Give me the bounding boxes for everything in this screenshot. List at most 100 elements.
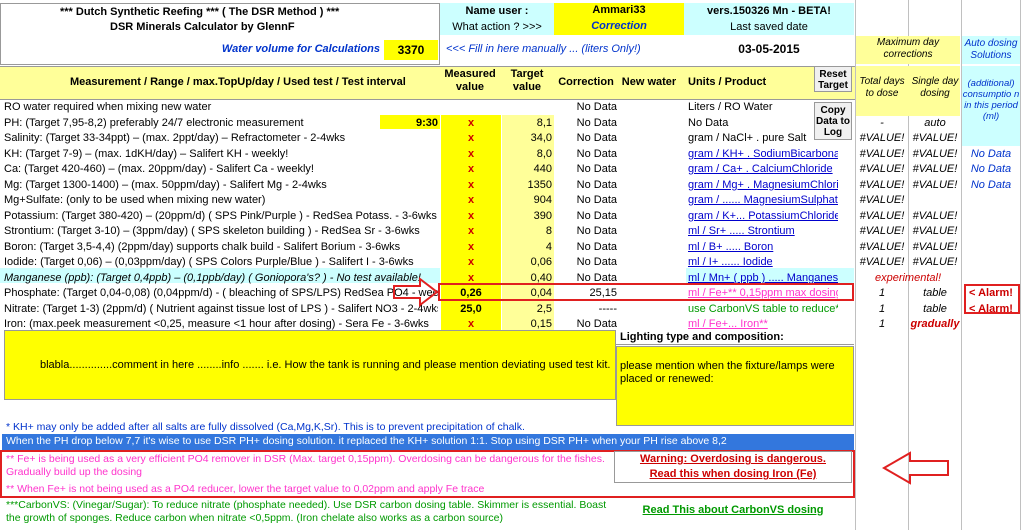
auto-dosing-value: No Data [970,163,1012,175]
water-volume-label: Water volume for Calculations [221,43,380,55]
single-day-value: #VALUE! [912,163,958,175]
correction-value: No Data [576,132,617,144]
measured-value-input[interactable]: x [441,240,501,255]
correction-value: No Data [576,194,617,206]
total-days-value: #VALUE! [859,256,905,268]
measured-value-input[interactable]: x [441,224,501,239]
name-user-input[interactable]: Ammari33 [554,3,684,19]
col-correction: Correction [558,76,614,88]
single-day-value: #VALUE! [912,132,958,144]
total-days-value: #VALUE! [859,132,905,144]
row-label: Iodide: (Target 0,06) – (0,03ppm/day) ( … [4,256,414,268]
units-product-link[interactable]: gram / Mg+ . MagnesiumChloride [688,178,838,193]
note-fe1: ** Fe+ is being used as a very efficient… [6,453,605,478]
last-saved-date: 03-05-2015 [738,42,800,56]
units-product-link[interactable]: gram / KH+ . SodiumBicarbonate* [688,147,838,162]
note-ph: When the PH drop below 7,7 it's wise to … [2,434,854,450]
col-newwater: New water [621,76,677,88]
correction-value: No Data [576,101,617,113]
units-product: No Data [688,117,729,129]
app-subtitle: DSR Minerals Calculator by GlennF [110,21,295,33]
target-value[interactable]: 390 [502,209,552,224]
read-iron-link[interactable]: Read this when dosing Iron (Fe) [614,467,852,482]
action-select[interactable]: Correction [554,19,684,35]
measured-value-input[interactable]: x [441,209,501,224]
total-days-value: 1 [878,287,886,299]
single-day-value: #VALUE! [912,148,958,160]
grid-line [1020,0,1021,530]
lighting-box[interactable] [616,346,854,426]
row-label: Nitrate: (Target 1-3) (2ppm/d) ( Nutrien… [4,303,438,315]
correction-value: No Data [576,117,617,129]
row-label: Mg+Sulfate: (only to be used when mixing… [4,194,266,206]
units-product-link[interactable]: gram / ...... MagnesiumSulphate [688,193,838,208]
row-label: PH: (Target 7,95-8,2) preferably 24/7 el… [4,117,304,129]
target-value[interactable]: 8,1 [502,116,552,131]
measured-value-input[interactable]: x [441,147,501,162]
measured-value-input[interactable]: x [441,131,501,146]
col-target: Target value [510,68,544,93]
target-value[interactable]: 8 [502,224,552,239]
target-value[interactable]: 4 [502,240,552,255]
units-product-link[interactable]: ml / B+ ..... Boron [688,240,838,255]
lighting-title: Lighting type and composition: [620,331,784,343]
note-fe2: ** When Fe+ is not being used as a PO4 r… [6,483,485,495]
row-label: RO water required when mixing new water [4,101,212,113]
target-value[interactable]: 8,0 [502,147,552,162]
total-days-value: #VALUE! [859,210,905,222]
measured-value-input[interactable]: x [441,162,501,177]
target-value[interactable]: 440 [502,162,552,177]
row-label: Salinity: (Target 33-34ppt) – (max. 2ppt… [4,132,346,144]
target-value[interactable]: 1350 [502,178,552,193]
single-day-value: table [923,287,947,299]
units-product-link[interactable]: ml / I+ ...... Iodide [688,255,838,270]
ph-time-value[interactable]: 9:30 [380,116,438,131]
phosphate-alarm-outline [438,283,854,301]
target-value[interactable]: 2,5 [502,302,552,317]
version-label: vers.150326 Mn - BETA! [707,5,831,17]
units-product-link[interactable]: ml / Sr+ ..... Strontium [688,224,838,239]
col-units: Units / Product [688,76,767,88]
measured-value-input[interactable]: x [441,193,501,208]
row-label: Phosphate: (Target 0,04-0,08) (0,04ppm/d… [4,287,438,299]
warning-text: Warning: Overdosing is dangerous. [639,453,826,465]
measured-value-input[interactable]: x [441,178,501,193]
row-label: Manganese (ppb): (Target 0,4ppb) – (0,1p… [4,272,421,284]
measured-value-input[interactable]: x [441,255,501,270]
note-kh: * KH+ may only be added after all salts … [6,421,525,433]
target-value[interactable]: 0,06 [502,255,552,270]
row-label: Strontium: (Target 3-10) – (3ppm/day) ( … [4,225,420,237]
single-day-value: #VALUE! [912,256,958,268]
correction-value: No Data [576,210,617,222]
units-product-link[interactable]: use CarbonVS table to reduce*** [688,302,838,317]
total-days-value: #VALUE! [859,225,905,237]
total-days-value: - [880,117,884,129]
total-days-value: #VALUE! [859,148,905,160]
correction-value: No Data [576,148,617,160]
units-product-link[interactable]: gram / K+... PotassiumChloride [688,209,838,224]
col-single: Single day dosing [911,76,959,99]
reset-target-button[interactable]: Reset Target [814,66,852,92]
measured-value-input[interactable]: x [441,116,501,131]
lighting-text: please mention when the fixture/lamps we… [620,360,835,385]
total-days-value: 1 [878,303,886,315]
water-volume-input[interactable]: 3370 [384,40,438,60]
row-label: Mg: (Target 1300-1400) – (max. 50ppm/day… [4,179,327,191]
single-day-value: auto [924,117,946,129]
col-totaldays: Total days to dose [859,76,905,99]
app-title: *** Dutch Synthetic Reefing *** ( The DS… [60,6,340,18]
units-product: gram / NaCl+ . pure Salt [688,132,807,144]
target-value[interactable]: 34,0 [502,131,552,146]
carbon-link[interactable]: Read This about CarbonVS dosing [614,503,852,518]
total-days-value: #VALUE! [859,179,905,191]
name-user-label: Name user : [465,5,529,17]
measured-value-input[interactable]: 25,0 [441,302,501,317]
row-label: Potassium: (Target 380-420) – (20ppm/d) … [4,210,437,222]
total-days-value: #VALUE! [859,241,905,253]
total-days-value: experimental! [874,272,942,284]
units-product-link[interactable]: gram / Ca+ . CalciumChloride [688,162,838,177]
single-day-value: gradually [910,318,960,330]
target-value[interactable]: 904 [502,193,552,208]
single-day-value: #VALUE! [912,210,958,222]
last-saved-label: Last saved date [730,21,808,33]
